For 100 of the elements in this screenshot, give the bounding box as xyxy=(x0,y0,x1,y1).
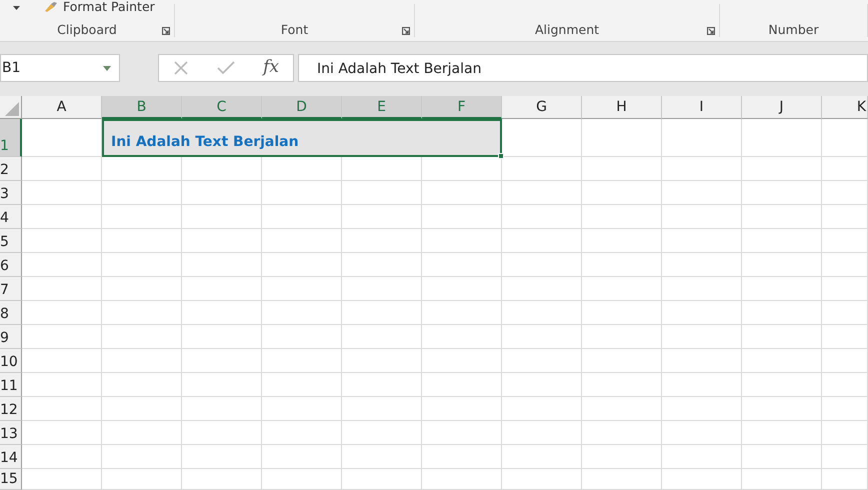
column-header[interactable]: H xyxy=(582,96,662,119)
grid-cell[interactable] xyxy=(342,469,422,490)
grid-cell[interactable] xyxy=(422,157,502,181)
column-header[interactable]: C xyxy=(182,96,262,119)
grid-cell[interactable] xyxy=(662,253,742,277)
grid-cell[interactable] xyxy=(502,373,582,397)
grid-cell[interactable] xyxy=(422,349,502,373)
grid-cell[interactable] xyxy=(262,325,342,349)
column-header[interactable]: F xyxy=(422,96,502,119)
grid-cell[interactable] xyxy=(422,181,502,205)
grid-cell[interactable] xyxy=(582,397,662,421)
grid-cell[interactable] xyxy=(262,421,342,445)
grid-cell[interactable] xyxy=(182,253,262,277)
grid-cell[interactable] xyxy=(102,205,182,229)
grid-cell[interactable] xyxy=(262,253,342,277)
grid-cell[interactable] xyxy=(102,373,182,397)
grid-cell[interactable] xyxy=(342,205,422,229)
column-header[interactable]: E xyxy=(342,96,422,119)
grid-cell[interactable] xyxy=(502,445,582,469)
grid-cell[interactable] xyxy=(502,349,582,373)
grid-cell[interactable] xyxy=(422,325,502,349)
grid-cell[interactable] xyxy=(422,421,502,445)
grid-cell[interactable] xyxy=(662,229,742,253)
grid-cell[interactable] xyxy=(502,253,582,277)
checkmark-icon[interactable] xyxy=(217,61,236,75)
grid-cell[interactable] xyxy=(182,205,262,229)
grid-cell[interactable] xyxy=(182,157,262,181)
grid-cell[interactable] xyxy=(22,229,102,253)
grid-cell[interactable] xyxy=(742,181,822,205)
grid-cell[interactable] xyxy=(22,325,102,349)
column-header[interactable]: G xyxy=(502,96,582,119)
formula-input[interactable]: Ini Adalah Text Berjalan xyxy=(298,54,868,82)
grid-cell[interactable] xyxy=(342,253,422,277)
grid-cell[interactable] xyxy=(582,253,662,277)
grid-cell[interactable] xyxy=(582,349,662,373)
grid-cell[interactable] xyxy=(182,397,262,421)
dialog-launcher-icon[interactable] xyxy=(402,27,410,35)
dialog-launcher-icon[interactable] xyxy=(162,27,170,35)
grid-cell[interactable] xyxy=(662,469,742,490)
grid-cell[interactable] xyxy=(262,373,342,397)
grid-cell[interactable] xyxy=(422,229,502,253)
grid-cell[interactable] xyxy=(182,349,262,373)
grid-cell[interactable] xyxy=(342,229,422,253)
row-header[interactable]: 15 xyxy=(0,469,22,490)
grid-cell[interactable] xyxy=(182,325,262,349)
cancel-icon[interactable] xyxy=(173,60,190,76)
grid-cell[interactable] xyxy=(662,157,742,181)
fill-handle[interactable] xyxy=(498,153,504,159)
grid-cell[interactable] xyxy=(422,301,502,325)
grid-cell[interactable] xyxy=(662,119,742,157)
grid-cell[interactable] xyxy=(422,397,502,421)
row-header[interactable]: 13 xyxy=(0,421,22,445)
row-header[interactable]: 9 xyxy=(0,325,22,349)
grid-cell[interactable] xyxy=(742,421,822,445)
grid-cell[interactable] xyxy=(582,119,662,157)
grid-cell[interactable] xyxy=(822,349,868,373)
grid-cell[interactable] xyxy=(102,181,182,205)
grid-cell[interactable] xyxy=(422,373,502,397)
merged-cell[interactable]: Ini Adalah Text Berjalan xyxy=(102,119,502,157)
grid-cell[interactable] xyxy=(422,469,502,490)
grid-cell[interactable] xyxy=(22,205,102,229)
row-header[interactable]: 5 xyxy=(0,229,22,253)
column-header[interactable]: J xyxy=(742,96,822,119)
grid-cell[interactable] xyxy=(502,157,582,181)
grid-cell[interactable] xyxy=(182,421,262,445)
grid-cell[interactable] xyxy=(822,119,868,157)
grid-cell[interactable] xyxy=(262,445,342,469)
grid-cell[interactable] xyxy=(822,277,868,301)
column-header[interactable]: B xyxy=(102,96,182,119)
grid-cell[interactable] xyxy=(582,205,662,229)
grid-cell[interactable] xyxy=(822,445,868,469)
grid-cell[interactable] xyxy=(102,325,182,349)
grid-cell[interactable] xyxy=(182,469,262,490)
grid-cell[interactable] xyxy=(502,205,582,229)
grid-cell[interactable] xyxy=(342,181,422,205)
grid-cell[interactable] xyxy=(502,301,582,325)
grid-cell[interactable] xyxy=(262,229,342,253)
grid-cell[interactable] xyxy=(742,253,822,277)
grid-cell[interactable] xyxy=(742,349,822,373)
grid-cell[interactable] xyxy=(102,253,182,277)
grid-cell[interactable] xyxy=(342,445,422,469)
grid-cell[interactable] xyxy=(742,445,822,469)
grid-cell[interactable] xyxy=(822,325,868,349)
grid-cell[interactable] xyxy=(342,373,422,397)
grid-cell[interactable] xyxy=(182,181,262,205)
grid-cell[interactable] xyxy=(662,349,742,373)
row-header[interactable]: 3 xyxy=(0,181,22,205)
column-header[interactable]: A xyxy=(22,96,102,119)
row-header[interactable]: 8 xyxy=(0,301,22,325)
grid-cell[interactable] xyxy=(262,157,342,181)
grid-cell[interactable] xyxy=(102,445,182,469)
grid-cell[interactable] xyxy=(262,349,342,373)
grid-cell[interactable] xyxy=(262,205,342,229)
grid-cell[interactable] xyxy=(262,397,342,421)
grid-cell[interactable] xyxy=(22,253,102,277)
grid-cell[interactable] xyxy=(822,253,868,277)
grid-cell[interactable] xyxy=(102,397,182,421)
grid-cell[interactable] xyxy=(582,445,662,469)
dialog-launcher-icon[interactable] xyxy=(707,27,715,35)
grid-cell[interactable] xyxy=(342,421,422,445)
